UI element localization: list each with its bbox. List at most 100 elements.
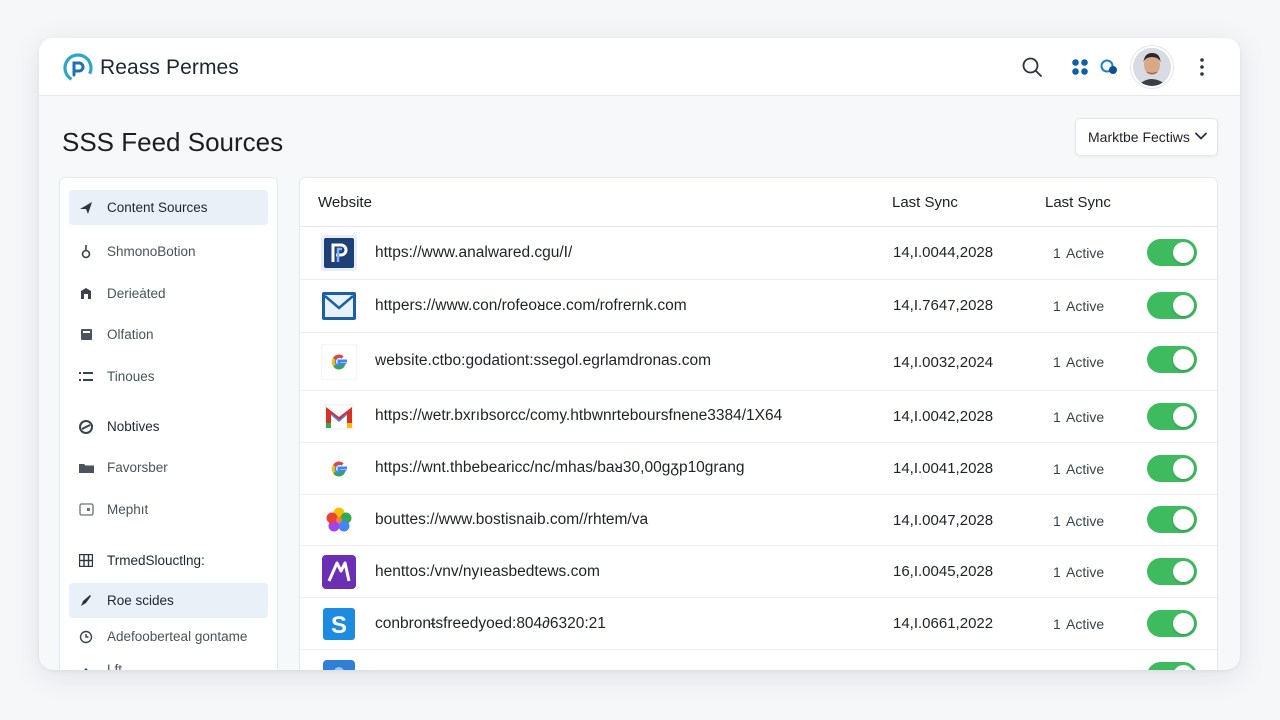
sidebar-item-mephit[interactable]: Mephıt <box>69 492 268 527</box>
active-toggle[interactable] <box>1147 292 1197 319</box>
refresh-icon <box>77 418 95 436</box>
toggle-knob <box>1173 349 1194 370</box>
status-text: Active <box>1066 245 1105 261</box>
toggle-knob <box>1173 295 1194 316</box>
brand[interactable]: Reass Permes <box>63 53 239 83</box>
sync-date: 14,I.0661,2022 <box>893 615 994 632</box>
s-logo-icon: S <box>321 606 357 642</box>
sync-date: 14,I.0047,2028 <box>893 512 994 529</box>
status-text: Active <box>1066 564 1105 580</box>
sidebar-item-trmedslouctlng[interactable]: TrmedSlouctlng: <box>69 543 268 578</box>
google-logo-icon <box>321 451 357 487</box>
feed-sources-table: Website Last Sync Last Sync https://www.… <box>299 177 1218 670</box>
app-window: Reass Permes SSS Feed Sources Marktbe Fe… <box>39 38 1240 670</box>
row-count: 1 <box>1053 513 1061 529</box>
source-url[interactable]: conbronᵵsfreedyoed:804∂6320:21 <box>375 615 606 633</box>
column-header-last-sync-2[interactable]: Last Sync <box>1045 194 1111 211</box>
sidebar-item-tinoues[interactable]: Tinoues <box>69 359 268 394</box>
sidebar-item-adefooberteal[interactable]: Adefooberteal ɡontame <box>69 619 268 654</box>
tag-icon <box>77 501 95 519</box>
status-text: Active <box>1066 513 1105 529</box>
status-text: Active <box>1066 298 1105 314</box>
sidebar-item-olfation[interactable]: Olfation <box>69 317 268 352</box>
table-row[interactable]: https://www.analwared.cgu/I/ 14,I.0044,2… <box>300 227 1217 280</box>
avatar[interactable] <box>1133 48 1171 86</box>
table-row[interactable]: henttos:/vnv/nyıeasbedtews.com 16,I.0045… <box>300 546 1217 598</box>
table-row[interactable]: website.ctbo:godationt:ssegol.egrlamdron… <box>300 333 1217 391</box>
active-toggle[interactable] <box>1147 506 1197 533</box>
active-toggle[interactable] <box>1147 403 1197 430</box>
sidebar-item-derieated[interactable]: Derieȧted <box>69 276 268 311</box>
sidebar-item-label: Mephıt <box>107 502 149 517</box>
source-url[interactable]: henttos:/vnv/nyıeasbedtews.com <box>375 563 600 581</box>
sidebar: Content Sources ShmonoBotion Derieȧted … <box>59 177 278 670</box>
gmail-logo-icon <box>321 399 357 435</box>
table-row[interactable]: https://wetr.bxrıbsorcc/comy.htbwnrtebou… <box>300 391 1217 443</box>
sidebar-item-lft[interactable]: Lft <box>69 652 268 670</box>
sidebar-item-nobtives[interactable]: Nobtives <box>69 409 268 444</box>
active-toggle[interactable] <box>1147 662 1197 670</box>
sync-date: 14,I.0042,2028 <box>893 408 994 425</box>
column-header-last-sync[interactable]: Last Sync <box>892 194 958 211</box>
notification-icon[interactable] <box>1096 54 1122 80</box>
search-icon[interactable] <box>1019 54 1045 80</box>
mail-logo-icon <box>321 288 357 324</box>
source-url[interactable]: https://wetr.bxrıbsorcc/comy.htbwnrtebou… <box>375 407 782 425</box>
table-row[interactable]: httpers://www.con/rofeoᴚce.com/rofrernk.… <box>300 280 1217 333</box>
sync-date: 14,I.0041,2028 <box>893 460 994 477</box>
source-url[interactable]: website.ctbo:godationt:ssegol.egrlamdron… <box>375 352 711 370</box>
google-logo-icon <box>321 344 357 380</box>
sync-date: 14,I.0044,2028 <box>893 244 994 261</box>
table-row[interactable]: https://wnt.thbebearicc/nc/mhas/baᴚ30,00… <box>300 443 1217 495</box>
box-icon <box>77 285 95 303</box>
toggle-knob <box>1173 242 1194 263</box>
sidebar-item-label: Favorsber <box>107 460 168 475</box>
photos-logo-icon <box>321 502 357 538</box>
active-toggle[interactable] <box>1147 610 1197 637</box>
folder-icon <box>77 459 95 477</box>
active-toggle[interactable] <box>1147 346 1197 373</box>
source-url[interactable]: https://wnt.thbebearicc/nc/mhas/baᴚ30,00… <box>375 459 744 477</box>
sidebar-item-label: Nobtives <box>107 419 160 434</box>
column-header-website[interactable]: Website <box>318 194 372 211</box>
status-text: Active <box>1066 616 1105 632</box>
chevron-down-icon <box>1195 132 1207 140</box>
square-icon <box>77 326 95 344</box>
sidebar-item-shmonobotion[interactable]: ShmonoBotion <box>69 234 268 269</box>
toggle-knob <box>1173 613 1194 634</box>
filter-dropdown[interactable]: Marktbe Fectiws <box>1075 118 1218 156</box>
apps-grid-icon[interactable] <box>1067 54 1093 80</box>
row-count: 1 <box>1053 564 1061 580</box>
rocket-icon <box>77 592 95 610</box>
toggle-knob <box>1173 509 1194 530</box>
clock-icon <box>77 628 95 646</box>
table-row[interactable] <box>300 650 1217 670</box>
blue-logo-icon <box>321 658 357 670</box>
active-toggle[interactable] <box>1147 558 1197 585</box>
plane-icon <box>77 199 95 217</box>
status-text: Active <box>1066 461 1105 477</box>
row-count: 1 <box>1053 245 1061 261</box>
pin-icon <box>77 243 95 261</box>
source-url[interactable]: https://www.analwared.cgu/I/ <box>375 244 572 262</box>
sidebar-item-favorsber[interactable]: Favorsber <box>69 450 268 485</box>
sidebar-item-label: ShmonoBotion <box>107 244 196 259</box>
svg-text:S: S <box>331 612 347 639</box>
toggle-knob <box>1173 406 1194 427</box>
active-toggle[interactable] <box>1147 239 1197 266</box>
active-toggle[interactable] <box>1147 455 1197 482</box>
more-vertical-icon[interactable] <box>1189 54 1215 80</box>
status-text: Active <box>1066 409 1105 425</box>
table-row[interactable]: bouttes://www.bostisnaib.com//rhtem/va 1… <box>300 495 1217 546</box>
row-count: 1 <box>1053 298 1061 314</box>
list-icon <box>77 368 95 386</box>
sidebar-item-roe-scides[interactable]: Roe scides <box>69 583 268 618</box>
sidebar-item-content-sources[interactable]: Content Sources <box>69 190 268 225</box>
source-url[interactable]: httpers://www.con/rofeoᴚce.com/rofrernk.… <box>375 297 687 315</box>
sidebar-item-label: Roe scides <box>107 593 174 608</box>
row-count: 1 <box>1053 409 1061 425</box>
toggle-knob <box>1173 665 1194 670</box>
table-header: Website Last Sync Last Sync <box>300 178 1217 227</box>
source-url[interactable]: bouttes://www.bostisnaib.com//rhtem/va <box>375 511 648 529</box>
table-row[interactable]: S conbronᵵsfreedyoed:804∂6320:21 14,I.06… <box>300 598 1217 650</box>
